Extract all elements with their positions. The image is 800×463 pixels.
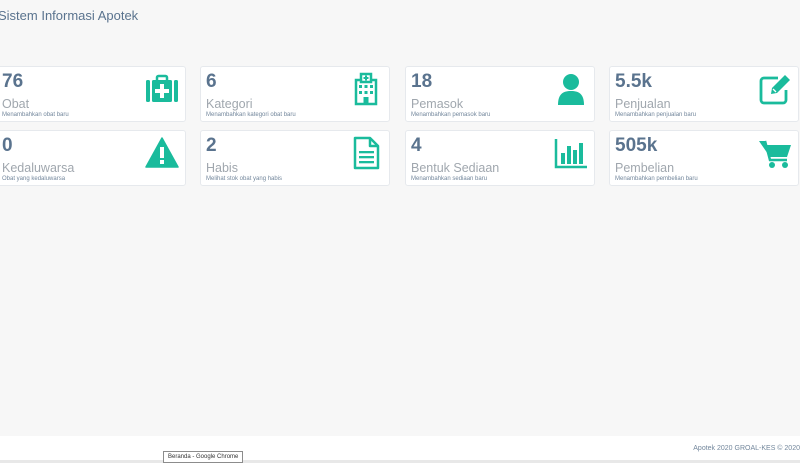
tile-kedaluwarsa[interactable]: 0 Kedaluwarsa Obat yang kedaluwarsa <box>0 130 186 186</box>
tile-description: Menambahkan obat baru <box>2 112 69 118</box>
file-text-icon <box>349 136 383 170</box>
tile-label: Bentuk Sediaan <box>411 161 500 175</box>
tile-pembelian[interactable]: 505k Pembelian Menambahkan pembelian bar… <box>609 130 799 186</box>
tile-description: Menambahkan sediaan baru <box>411 176 488 182</box>
tile-label: Pembelian <box>615 161 675 175</box>
tile-penjualan[interactable]: 5.5k Penjualan Menambahkan penjualan bar… <box>609 66 799 122</box>
tile-description: Menambahkan kategori obat baru <box>206 112 296 118</box>
tile-count: 5.5k <box>615 71 652 92</box>
footer: Apotek 2020 GROAL-KES © 2020 <box>0 436 800 463</box>
tile-count: 0 <box>2 135 13 156</box>
tile-label: Pemasok <box>411 97 464 111</box>
tile-label: Penjualan <box>615 97 671 111</box>
tile-count: 76 <box>2 71 24 92</box>
tile-kategori[interactable]: 6 Kategori Menambahkan kategori obat bar… <box>200 66 390 122</box>
tile-count: 4 <box>411 135 422 156</box>
tile-count: 505k <box>615 135 658 156</box>
edit-icon <box>758 72 792 106</box>
user-icon <box>554 72 588 106</box>
tile-obat[interactable]: 76 Obat Menambahkan obat baru <box>0 66 186 122</box>
hospital-icon <box>349 72 383 106</box>
warning-icon <box>145 136 179 170</box>
tile-description: Menambahkan pemasok baru <box>411 112 491 118</box>
tile-pemasok[interactable]: 18 Pemasok Menambahkan pemasok baru <box>405 66 595 122</box>
tile-label: Obat <box>2 97 30 111</box>
page-title: Sistem Informasi Apotek <box>0 8 139 23</box>
shopping-cart-icon <box>758 136 792 170</box>
tile-count: 2 <box>206 135 217 156</box>
tile-description: Melihat stok obat yang habis <box>206 176 283 182</box>
tile-habis[interactable]: 2 Habis Melihat stok obat yang habis <box>200 130 390 186</box>
medkit-icon <box>145 72 179 106</box>
tile-description: Obat yang kedaluwarsa <box>2 176 66 182</box>
tile-count: 6 <box>206 71 217 92</box>
bar-chart-icon <box>554 136 588 170</box>
tile-description: Menambahkan penjualan baru <box>615 112 697 118</box>
tile-description: Menambahkan pembelian baru <box>615 176 698 182</box>
window-tooltip: Beranda - Google Chrome <box>163 451 244 463</box>
tile-count: 18 <box>411 71 433 92</box>
tile-label: Kategori <box>206 97 253 111</box>
footer-copyright: Apotek 2020 GROAL-KES © 2020 <box>693 445 800 452</box>
tile-bentuk-sediaan[interactable]: 4 Bentuk Sediaan Menambahkan sediaan bar… <box>405 130 595 186</box>
tile-label: Habis <box>206 161 238 175</box>
tile-label: Kedaluwarsa <box>2 161 75 175</box>
